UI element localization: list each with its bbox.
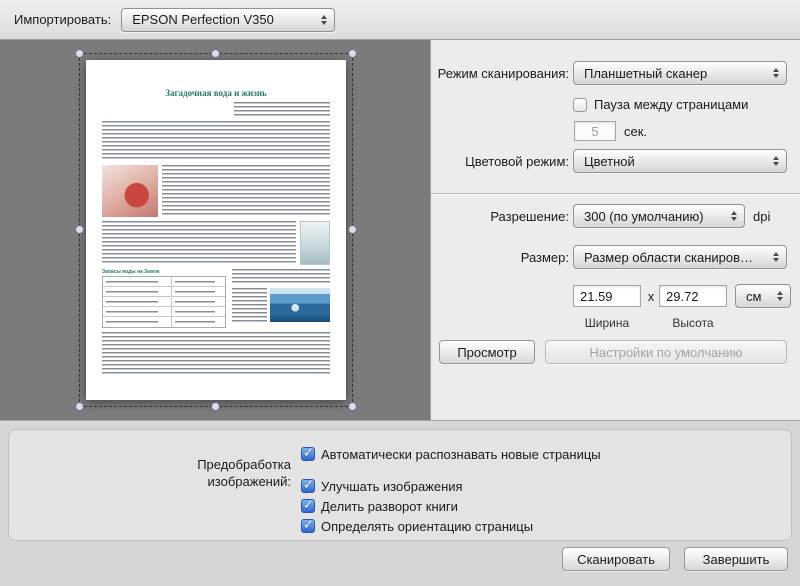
text-placeholder bbox=[102, 332, 330, 376]
settings-divider bbox=[431, 193, 800, 194]
doc-image-water-glass bbox=[300, 221, 330, 265]
pause-unit-label: сек. bbox=[624, 124, 647, 139]
doc-table-row bbox=[103, 317, 225, 327]
finish-button[interactable]: Завершить bbox=[684, 547, 788, 571]
split-book-label: Делить разворот книги bbox=[321, 499, 458, 514]
text-placeholder bbox=[232, 288, 267, 322]
doc-title: Загадочная вода и жизнь bbox=[102, 88, 330, 98]
doc-table-row bbox=[103, 287, 225, 297]
color-mode-label: Цветовой режим: bbox=[431, 154, 569, 169]
split-book-checkbox[interactable] bbox=[301, 499, 315, 513]
scan-mode-select[interactable]: Планшетный сканер bbox=[573, 61, 787, 85]
scanner-select[interactable]: EPSON Perfection V350 bbox=[121, 8, 335, 32]
pause-seconds-input bbox=[574, 121, 616, 141]
size-value: Размер области сканиров… bbox=[584, 250, 763, 265]
scan-mode-label: Режим сканирования: bbox=[431, 66, 569, 81]
import-label: Импортировать: bbox=[14, 12, 111, 27]
preprocess-option: Делить разворот книги bbox=[301, 496, 601, 516]
preprocessing-panel: Предобработка изображений: Автоматически… bbox=[8, 429, 792, 541]
unit-select[interactable]: см bbox=[735, 284, 791, 308]
scanner-select-value: EPSON Perfection V350 bbox=[132, 12, 311, 27]
selection-handle-n[interactable] bbox=[211, 49, 220, 58]
doc-table bbox=[102, 276, 226, 328]
popup-arrows-icon bbox=[769, 68, 782, 78]
detect-orientation-label: Определять ориентацию страницы bbox=[321, 519, 533, 534]
preview-button[interactable]: Просмотр bbox=[439, 340, 535, 364]
checkmark-icon bbox=[303, 497, 314, 513]
unit-value: см bbox=[746, 289, 767, 304]
text-placeholder bbox=[232, 269, 330, 285]
text-placeholder bbox=[102, 221, 296, 265]
height-input[interactable] bbox=[659, 285, 727, 307]
color-mode-value: Цветной bbox=[584, 154, 763, 169]
text-placeholder bbox=[234, 102, 330, 116]
selection-handle-ne[interactable] bbox=[348, 49, 357, 58]
pause-checkbox-label: Пауза между страницами bbox=[594, 97, 748, 112]
checkmark-icon bbox=[303, 517, 314, 533]
color-mode-select[interactable]: Цветной bbox=[573, 149, 787, 173]
enhance-images-label: Улучшать изображения bbox=[321, 479, 463, 494]
bottom-section: Предобработка изображений: Автоматически… bbox=[0, 420, 800, 586]
selection-handle-w[interactable] bbox=[75, 225, 84, 234]
resolution-value: 300 (по умолчанию) bbox=[584, 209, 721, 224]
preprocess-option: Автоматически распознавать новые страниц… bbox=[301, 444, 601, 464]
popup-arrows-icon bbox=[727, 211, 740, 221]
doc-table-column: Запасы воды на Земле bbox=[102, 269, 228, 328]
popup-arrows-icon bbox=[317, 15, 330, 25]
selection-handle-e[interactable] bbox=[348, 225, 357, 234]
selection-handle-nw[interactable] bbox=[75, 49, 84, 58]
auto-detect-pages-checkbox[interactable] bbox=[301, 447, 315, 461]
checkmark-icon bbox=[303, 445, 314, 461]
document-preview: Загадочная вода и жизнь Запасы воды на З… bbox=[86, 60, 346, 400]
scan-mode-value: Планшетный сканер bbox=[584, 66, 763, 81]
preprocess-option: Определять ориентацию страницы bbox=[301, 516, 601, 536]
doc-table-row bbox=[103, 297, 225, 307]
selection-handle-se[interactable] bbox=[348, 402, 357, 411]
preprocess-option: Улучшать изображения bbox=[301, 476, 601, 496]
doc-row bbox=[102, 221, 330, 265]
footer-buttons: Сканировать Завершить bbox=[562, 547, 788, 571]
scan-import-window: Импортировать: EPSON Perfection V350 Заг… bbox=[0, 0, 800, 586]
resolution-select[interactable]: 300 (по умолчанию) bbox=[573, 204, 745, 228]
width-label: Ширина bbox=[573, 316, 641, 330]
preprocessing-label-text: Предобработка изображений: bbox=[151, 456, 291, 490]
doc-table-caption: Запасы воды на Земле bbox=[102, 269, 228, 275]
doc-row bbox=[102, 165, 330, 217]
selection-marquee[interactable]: Загадочная вода и жизнь Запасы воды на З… bbox=[79, 53, 353, 407]
import-toolbar: Импортировать: EPSON Perfection V350 bbox=[0, 0, 800, 40]
doc-row: Запасы воды на Земле bbox=[102, 269, 330, 328]
doc-row bbox=[232, 288, 330, 322]
size-label: Размер: bbox=[431, 250, 569, 265]
scan-button[interactable]: Сканировать bbox=[562, 547, 670, 571]
pause-checkbox[interactable] bbox=[573, 98, 587, 112]
selection-handle-s[interactable] bbox=[211, 402, 220, 411]
checkmark-icon bbox=[303, 477, 314, 493]
stepper-arrows-icon bbox=[773, 291, 786, 301]
auto-detect-pages-label: Автоматически распознавать новые страниц… bbox=[321, 447, 601, 462]
preprocessing-options: Автоматически распознавать новые страниц… bbox=[301, 444, 601, 540]
defaults-button: Настройки по умолчанию bbox=[545, 340, 787, 364]
text-placeholder bbox=[102, 121, 330, 161]
enhance-images-checkbox[interactable] bbox=[301, 479, 315, 493]
doc-text-column bbox=[232, 269, 330, 328]
height-label: Высота bbox=[659, 316, 727, 330]
selection-handle-sw[interactable] bbox=[75, 402, 84, 411]
doc-table-row bbox=[103, 307, 225, 317]
detect-orientation-checkbox[interactable] bbox=[301, 519, 315, 533]
size-select[interactable]: Размер области сканиров… bbox=[573, 245, 787, 269]
resolution-label: Разрешение: bbox=[431, 209, 569, 224]
preprocessing-label: Предобработка изображений: bbox=[9, 456, 301, 540]
width-input[interactable] bbox=[573, 285, 641, 307]
doc-table-row bbox=[103, 277, 225, 287]
scan-settings-panel: Режим сканирования: Планшетный сканер Па… bbox=[430, 40, 800, 420]
popup-arrows-icon bbox=[769, 156, 782, 166]
preview-area: Загадочная вода и жизнь Запасы воды на З… bbox=[0, 40, 430, 420]
dimension-separator: x bbox=[643, 289, 659, 304]
resolution-unit-label: dpi bbox=[753, 209, 770, 224]
doc-image-experiment bbox=[102, 165, 158, 217]
text-placeholder bbox=[162, 165, 330, 217]
doc-image-sea bbox=[270, 288, 330, 322]
popup-arrows-icon bbox=[769, 252, 782, 262]
